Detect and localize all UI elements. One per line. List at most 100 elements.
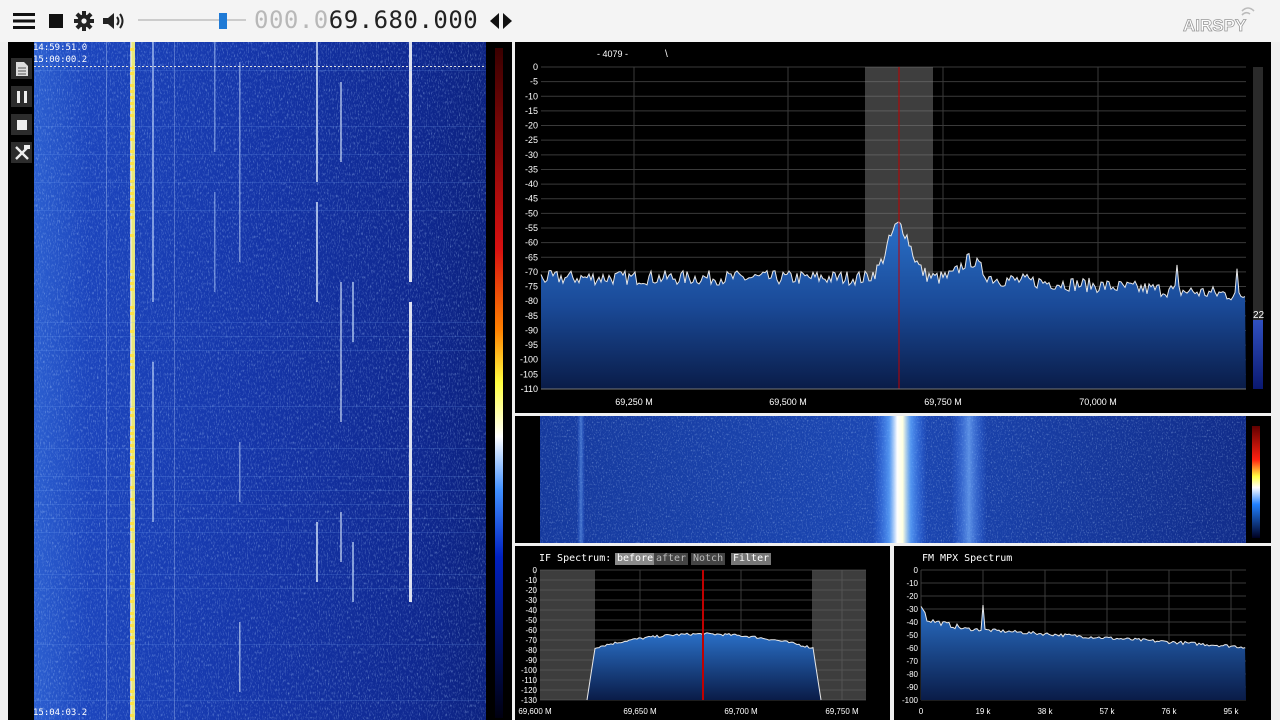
y-tick-label: -25 — [525, 135, 538, 145]
frequency-digits: 69.680.000 — [328, 6, 479, 34]
x-tick-label: 69,500 M — [769, 397, 807, 407]
x-tick-label: 38 k — [1037, 707, 1053, 716]
timestamp-bottom: 15:04:03.2 — [33, 708, 88, 718]
if-spectrum-panel: IF Spectrum: before after Notch Filter 0… — [515, 546, 890, 720]
y-tick-label: -80 — [906, 670, 918, 679]
document-icon[interactable] — [11, 58, 32, 79]
waterfall-signal-trace — [340, 512, 342, 562]
y-tick-label: -30 — [525, 150, 538, 160]
waterfall-signal-trace — [239, 442, 241, 502]
if-spectrum-plot[interactable]: 0-10-20-30-40-50-60-70-80-90-100-110-120… — [515, 546, 890, 720]
x-tick-label: 70,000 M — [1079, 397, 1117, 407]
y-tick-label: -10 — [906, 579, 918, 588]
tools-icon[interactable] — [11, 142, 32, 163]
waterfall-signal-trace — [316, 522, 318, 582]
y-tick-label: -5 — [530, 77, 538, 87]
waterfall-signal-trace — [106, 42, 107, 720]
y-tick-label: -30 — [906, 605, 918, 614]
waterfall-signal-trace — [239, 62, 241, 262]
y-tick-label: -80 — [525, 296, 538, 306]
waterfall-signal-trace — [409, 302, 412, 602]
waterfall-display[interactable] — [34, 42, 486, 720]
y-tick-label: -20 — [906, 592, 918, 601]
frequency-display[interactable]: 000.069.680.000 — [254, 5, 478, 35]
menu-icon[interactable] — [12, 9, 36, 33]
y-tick-label: -40 — [525, 179, 538, 189]
frequency-dim-digits: 000.0 — [254, 6, 329, 34]
y-tick-label: -85 — [525, 311, 538, 321]
waterfall-signal-trace — [409, 42, 412, 282]
x-tick-label: 69,700 M — [724, 707, 758, 716]
y-tick-label: -75 — [525, 282, 538, 292]
volume-track — [138, 19, 246, 21]
volume-slider[interactable] — [138, 10, 246, 30]
waterfall-signal-trace — [152, 42, 154, 302]
waterfall-signal-trace — [352, 542, 354, 602]
gear-icon[interactable] — [72, 9, 96, 33]
speaker-icon[interactable] — [102, 9, 126, 33]
y-tick-label: -65 — [525, 252, 538, 262]
y-tick-label: -130 — [521, 696, 538, 705]
y-tick-label: -105 — [520, 369, 538, 379]
y-tick-label: -10 — [525, 576, 537, 585]
spectrum-plot[interactable]: 0 -5 -10 -15 -20 -25 -30 -35 -40 -45 -50 -55 -60 -65 -… — [515, 42, 1271, 413]
pause-icon[interactable] — [11, 86, 32, 107]
x-tick-label: 57 k — [1099, 707, 1115, 716]
y-tick-label: -55 — [525, 223, 538, 233]
airspy-logo-text: AIRSPY — [1183, 16, 1247, 35]
y-tick-label: 0 — [533, 62, 538, 72]
zoomed-waterfall-display[interactable] — [515, 416, 1271, 543]
y-tick-label: -100 — [520, 355, 538, 365]
waterfall-signal-trace — [316, 202, 318, 302]
y-tick-label: -90 — [525, 325, 538, 335]
y-tick-label: -95 — [525, 340, 538, 350]
level-meter-value: 22 — [1253, 310, 1265, 321]
waterfall-signal-trace — [316, 42, 318, 182]
y-tick-label: -110 — [522, 676, 538, 685]
y-tick-label: -90 — [525, 656, 537, 665]
airspy-logo: AIRSPY — [1180, 6, 1260, 38]
timestamp-marker: 15:00:00.2 — [33, 55, 88, 65]
y-tick-label: -60 — [906, 644, 918, 653]
y-tick-label: -70 — [525, 636, 537, 645]
tune-arrows-icon[interactable] — [488, 11, 514, 31]
y-tick-label: -50 — [525, 208, 538, 218]
waterfall-signal-trace — [214, 192, 216, 292]
stop-icon[interactable] — [11, 114, 32, 135]
y-tick-label: -15 — [525, 106, 538, 116]
x-tick-label: 69,250 M — [615, 397, 653, 407]
y-tick-label: -70 — [906, 657, 918, 666]
x-tick-label: 69,600 M — [518, 707, 552, 716]
y-tick-label: -50 — [525, 616, 537, 625]
y-tick-label: 0 — [533, 566, 538, 575]
x-tick-label: 76 k — [1161, 707, 1177, 716]
waterfall-signal-trace — [214, 42, 216, 152]
stop-button[interactable] — [44, 9, 68, 33]
timestamp-top: 14:59:51.0 — [33, 43, 88, 53]
y-tick-label: -30 — [525, 596, 537, 605]
y-tick-label: -35 — [525, 164, 538, 174]
waterfall-color-scale[interactable] — [495, 48, 503, 718]
y-tick-label: -20 — [525, 121, 538, 131]
y-tick-label: -100 — [902, 696, 919, 705]
y-tick-label: -110 — [521, 384, 538, 394]
waterfall-panel: 14:59:51.0 15:00:00.2 15:04:03.2 — [8, 42, 512, 720]
y-tick-label: -70 — [525, 267, 538, 277]
level-meter-fill — [1253, 320, 1263, 389]
waterfall-sidebar — [8, 42, 34, 720]
spectrum-header-value: - 4079 - — [597, 49, 628, 59]
waterfall-signal-trace — [239, 622, 241, 692]
y-tick-label: -90 — [906, 683, 918, 692]
y-tick-label: -80 — [525, 646, 537, 655]
waterfall-signal-trace — [340, 82, 342, 162]
waterfall-signal-trace — [352, 282, 354, 342]
volume-thumb[interactable] — [219, 13, 227, 29]
y-tick-label: -40 — [525, 606, 537, 615]
y-tick-label: -120 — [521, 686, 538, 695]
mpx-spectrum-plot[interactable]: 0 -10 -20 -30 -40 -50 -60 -70 -80 -90 -100 0 19 k 38… — [894, 546, 1271, 720]
toolbar: 000.069.680.000 AIRSPY — [0, 0, 1280, 42]
spectrum-header-mark: \ — [665, 49, 668, 60]
y-tick-label: -100 — [521, 666, 538, 675]
x-tick-label: 69,750 M — [924, 397, 962, 407]
y-tick-label: -45 — [525, 194, 538, 204]
